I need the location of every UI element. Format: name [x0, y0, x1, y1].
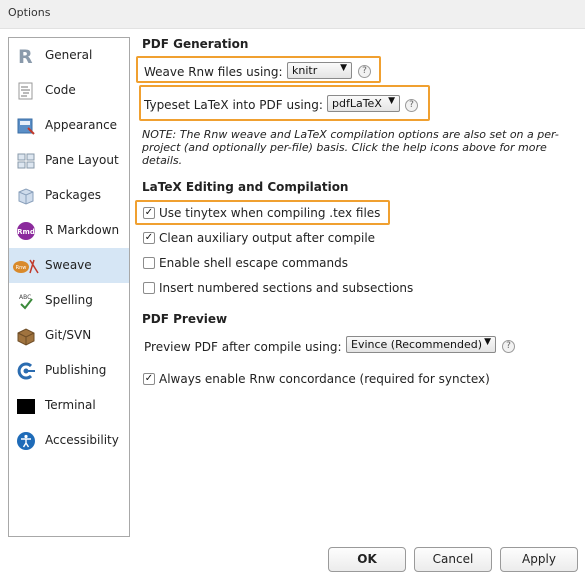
- chevron-down-icon: ▼: [484, 337, 491, 347]
- weave-select[interactable]: knitr ▼: [287, 62, 352, 79]
- pane-layout-icon: [16, 151, 36, 171]
- sidebar-item-label: Code: [45, 83, 76, 97]
- concordance-label: Always enable Rnw concordance (required …: [159, 372, 490, 386]
- sidebar-item-publishing[interactable]: Publishing: [9, 353, 129, 388]
- window-title: Options: [8, 6, 51, 19]
- sidebar-item-appearance[interactable]: Appearance: [9, 108, 129, 143]
- preview-select-value: Evince (Recommended): [351, 338, 482, 351]
- sidebar-item-label: Appearance: [45, 118, 118, 132]
- sidebar-item-label: R Markdown: [45, 223, 120, 237]
- weave-select-value: knitr: [292, 64, 318, 77]
- r-logo-icon: R: [16, 46, 36, 66]
- window-titlebar: Options: [0, 0, 585, 29]
- clean-aux-label: Clean auxiliary output after compile: [159, 231, 376, 245]
- weave-label: Weave Rnw files using:: [144, 65, 283, 79]
- accessibility-icon: [16, 431, 36, 451]
- pdf-preview-heading: PDF Preview: [142, 312, 228, 326]
- typeset-help-icon[interactable]: ?: [405, 99, 418, 112]
- preview-select[interactable]: Evince (Recommended) ▼: [346, 336, 496, 353]
- sidebar-item-label: Spelling: [45, 293, 93, 307]
- sidebar-item-code[interactable]: Code: [9, 73, 129, 108]
- sidebar-item-accessibility[interactable]: Accessibility: [9, 423, 129, 458]
- typeset-select-value: pdfLaTeX: [332, 97, 382, 110]
- sweave-icon: Rnw: [12, 256, 40, 276]
- pdf-generation-heading: PDF Generation: [142, 37, 249, 51]
- sidebar-item-pane-layout[interactable]: Pane Layout: [9, 143, 129, 178]
- sidebar-item-packages[interactable]: Packages: [9, 178, 129, 213]
- svg-text:R: R: [18, 46, 33, 66]
- sidebar-item-label: General: [45, 48, 93, 62]
- shell-escape-label: Enable shell escape commands: [159, 256, 348, 270]
- sidebar-item-general[interactable]: R General: [9, 38, 129, 73]
- preview-help-icon[interactable]: ?: [502, 340, 515, 353]
- weave-help-icon[interactable]: ?: [358, 65, 371, 78]
- sidebar-item-label: Publishing: [45, 363, 107, 377]
- shell-escape-checkbox[interactable]: [143, 257, 155, 269]
- numbered-sections-label: Insert numbered sections and subsections: [159, 281, 414, 295]
- tinytex-checkbox[interactable]: ✓: [143, 207, 155, 219]
- latex-editing-heading: LaTeX Editing and Compilation: [142, 180, 349, 194]
- sidebar-item-r-markdown[interactable]: Rmd R Markdown: [9, 213, 129, 248]
- appearance-icon: [16, 116, 36, 136]
- publishing-icon: [16, 361, 36, 381]
- sidebar-item-label: Pane Layout: [45, 153, 119, 167]
- chevron-down-icon: ▼: [340, 63, 347, 73]
- sidebar-item-label: Terminal: [45, 398, 96, 412]
- terminal-icon: [16, 396, 36, 416]
- typeset-label: Typeset LaTeX into PDF using:: [144, 98, 323, 112]
- sidebar-item-label: Sweave: [45, 258, 92, 272]
- sweave-options-panel: PDF Generation Weave Rnw files using: kn…: [130, 28, 585, 538]
- svg-text:Rmd: Rmd: [17, 228, 35, 236]
- sidebar-item-sweave[interactable]: Rnw Sweave: [9, 248, 129, 283]
- clean-aux-checkbox[interactable]: ✓: [143, 232, 155, 244]
- sidebar-item-spelling[interactable]: ABC Spelling: [9, 283, 129, 318]
- code-document-icon: [16, 81, 36, 101]
- options-sidebar: R General Code Appearance Pane Layout Pa…: [8, 37, 130, 537]
- sidebar-item-label: Packages: [45, 188, 101, 202]
- sidebar-item-label: Git/SVN: [45, 328, 92, 342]
- typeset-select[interactable]: pdfLaTeX ▼: [327, 95, 400, 112]
- sidebar-item-terminal[interactable]: Terminal: [9, 388, 129, 423]
- cancel-button[interactable]: Cancel: [414, 547, 492, 572]
- ok-button[interactable]: OK: [328, 547, 406, 572]
- tinytex-label: Use tinytex when compiling .tex files: [159, 206, 381, 220]
- spelling-icon: ABC: [16, 291, 36, 311]
- rmarkdown-icon: Rmd: [16, 221, 36, 241]
- packages-icon: [16, 186, 36, 206]
- rnw-compilation-note: NOTE: The Rnw weave and LaTeX compilatio…: [142, 128, 559, 167]
- numbered-sections-checkbox[interactable]: [143, 282, 155, 294]
- preview-label: Preview PDF after compile using:: [144, 340, 342, 354]
- chevron-down-icon: ▼: [388, 96, 395, 106]
- svg-text:ABC: ABC: [19, 294, 31, 301]
- git-svn-icon: [16, 326, 36, 346]
- sidebar-item-git-svn[interactable]: Git/SVN: [9, 318, 129, 353]
- sidebar-item-label: Accessibility: [45, 433, 119, 447]
- svg-text:Rnw: Rnw: [16, 265, 27, 271]
- apply-button[interactable]: Apply: [500, 547, 578, 572]
- concordance-checkbox[interactable]: ✓: [143, 373, 155, 385]
